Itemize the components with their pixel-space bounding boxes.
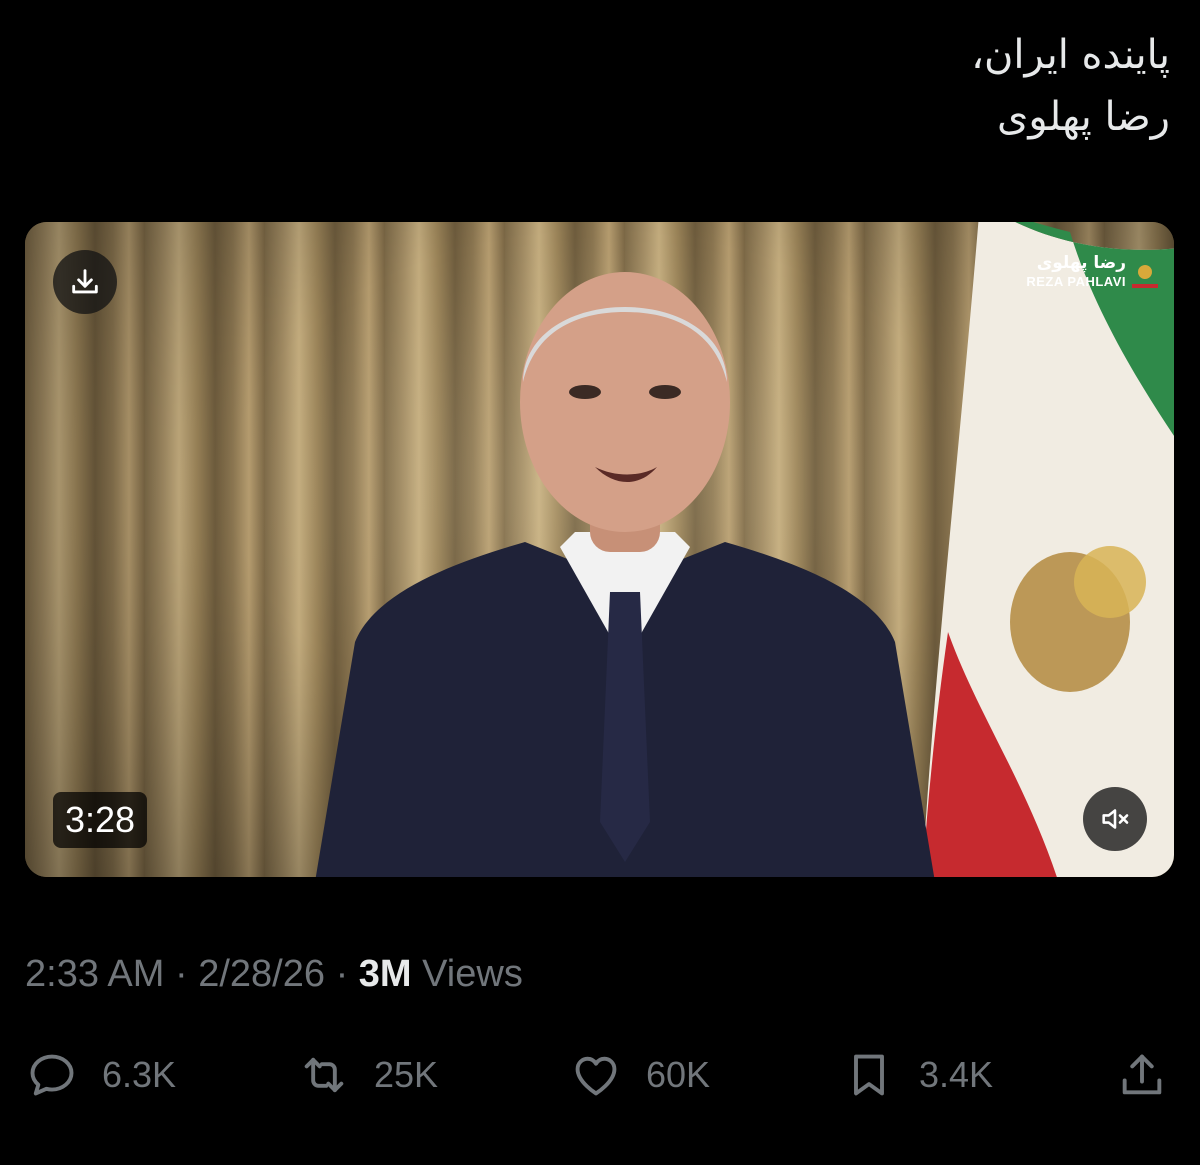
mute-button[interactable]: [1083, 787, 1147, 851]
tweet-text: پاینده ایران، رضا پهلوی: [971, 24, 1170, 148]
views-label: Views: [422, 953, 523, 995]
meta-separator: ·: [335, 953, 349, 995]
reply-button[interactable]: 6.3K: [26, 1045, 176, 1105]
channel-watermark: رضا پهلوی REZA PAHLAVI: [1026, 252, 1158, 290]
download-button[interactable]: [53, 250, 117, 314]
meta-separator: ·: [174, 953, 188, 995]
tweet-meta: 2:33 AM · 2/28/26 · 3M Views: [25, 950, 523, 998]
bookmark-count: 3.4K: [919, 1054, 994, 1095]
share-button[interactable]: [1116, 1045, 1168, 1105]
views-count[interactable]: 3M: [359, 953, 412, 995]
bookmark-icon: [854, 1054, 884, 1096]
repost-count: 25K: [374, 1054, 439, 1095]
repost-button[interactable]: 25K: [298, 1045, 438, 1105]
speaker-muted-icon: [1102, 809, 1129, 829]
reply-count: 6.3K: [102, 1054, 177, 1095]
action-bar: 6.3K 25K 60K 3.4K: [0, 1045, 1200, 1105]
like-count: 60K: [646, 1054, 711, 1095]
tweet-text-line-2: رضا پهلوی: [997, 94, 1170, 140]
download-icon: [72, 269, 98, 294]
repost-icon: [304, 1057, 344, 1093]
bookmark-button[interactable]: 3.4K: [843, 1045, 993, 1105]
heart-icon: [575, 1056, 617, 1096]
like-button[interactable]: 60K: [570, 1045, 710, 1105]
lion-and-sun-emblem-icon: [1132, 256, 1158, 288]
reply-icon: [30, 1054, 74, 1096]
watermark-english: REZA PAHLAVI: [1026, 274, 1126, 289]
share-icon: [1122, 1054, 1162, 1095]
tweet: پاینده ایران، رضا پهلوی رضا پهلوی REZA P…: [0, 0, 1200, 1165]
video-frame-speaker: [315, 272, 935, 877]
watermark-persian: رضا پهلوی: [1036, 253, 1126, 273]
tweet-date[interactable]: 2/28/26: [198, 953, 325, 995]
video-duration-badge: 3:28: [53, 792, 148, 848]
tweet-time[interactable]: 2:33 AM: [25, 953, 164, 995]
video-frame-flag: [922, 222, 1174, 877]
tweet-text-line-1: پاینده ایران،: [971, 32, 1170, 78]
video-player[interactable]: رضا پهلوی REZA PAHLAVI 3:28: [25, 222, 1174, 877]
